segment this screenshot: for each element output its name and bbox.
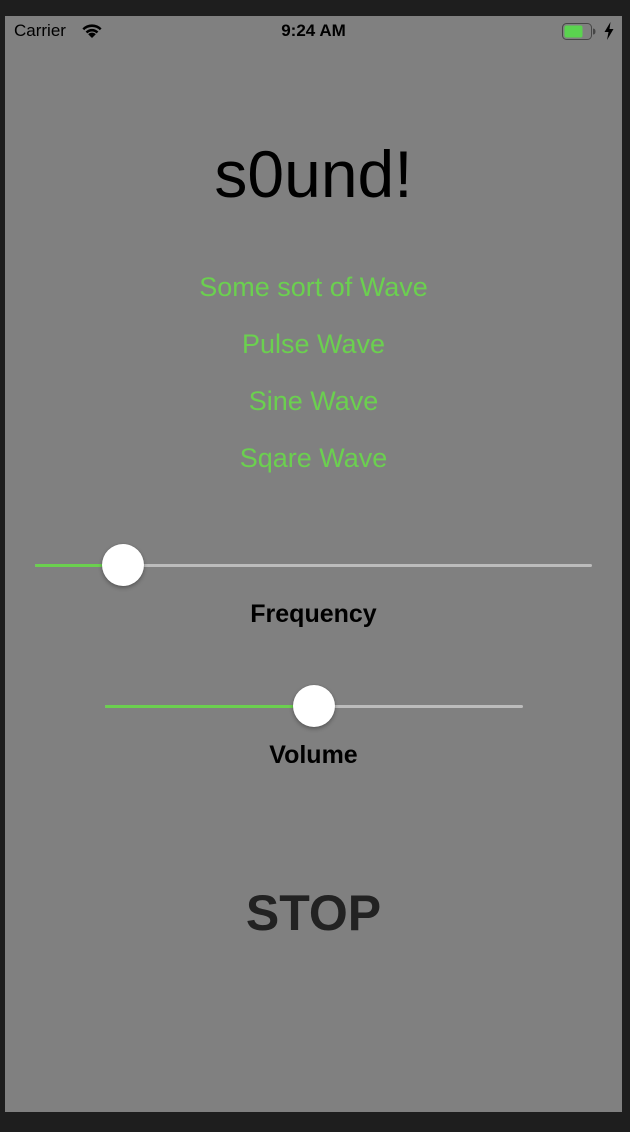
wave-button-pulse[interactable]: Pulse Wave [5,329,622,360]
app-title: s0und! [214,137,413,211]
battery-icon [562,23,596,40]
wave-button-some-sort[interactable]: Some sort of Wave [5,272,622,303]
status-time: 9:24 AM [281,21,346,40]
app-screen: Carrier 9:24 AM s0und! Some sort of Wave… [5,16,622,1112]
volume-slider-fill [105,705,314,708]
volume-slider-thumb[interactable] [293,685,335,727]
frequency-label: Frequency [250,600,377,628]
volume-label: Volume [269,741,358,769]
charging-bolt-icon [604,22,614,40]
stop-button[interactable]: STOP [5,884,622,942]
status-bar: Carrier 9:24 AM [5,16,622,48]
volume-slider[interactable] [105,684,523,728]
frequency-slider[interactable] [35,543,592,587]
wave-button-square[interactable]: Sqare Wave [5,443,622,474]
frequency-slider-thumb[interactable] [101,544,144,586]
wave-button-sine[interactable]: Sine Wave [5,386,622,417]
